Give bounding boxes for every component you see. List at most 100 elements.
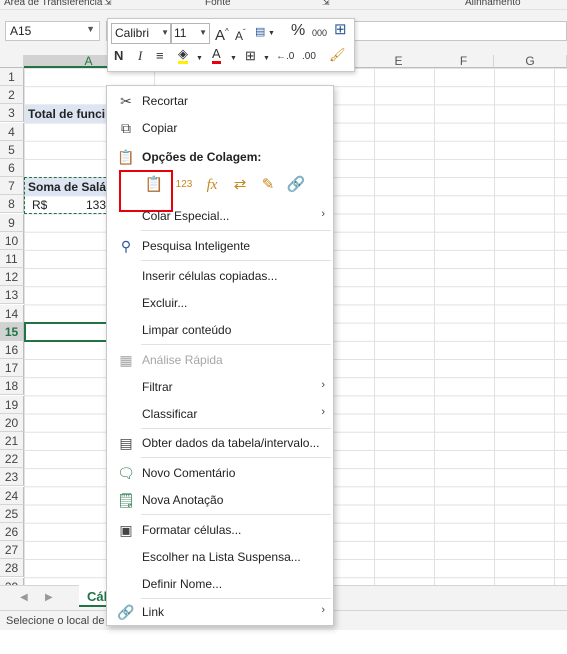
row-header[interactable]: 27 [0, 541, 24, 560]
row-header[interactable]: 15 [0, 322, 24, 341]
row-header[interactable]: 4 [0, 122, 24, 141]
paste-transpose-icon[interactable]: ⇄ [229, 174, 251, 196]
menu-item-delete[interactable]: Excluir... [107, 291, 333, 315]
italic-button[interactable]: I [138, 48, 142, 64]
row-header[interactable]: 13 [0, 286, 24, 305]
row-header[interactable]: 25 [0, 504, 24, 523]
menu-item-label: Excluir... [142, 296, 188, 310]
chevron-down-icon[interactable]: ▼ [230, 51, 237, 67]
mini-toolbar: Calibri ▼ 11 ▼ A^ Aˇ ▤ ▼ % 000 ⊞ N I ≡ ◈… [107, 18, 355, 72]
font-launcher-icon[interactable]: ⇲ [322, 0, 330, 8]
chevron-down-icon[interactable]: ▼ [86, 24, 95, 34]
menu-separator [141, 457, 331, 458]
percent-style-button[interactable]: % [291, 23, 305, 39]
status-text: Selecione o local de d [6, 615, 114, 627]
row-header[interactable]: 1 [0, 68, 24, 86]
font-size-select[interactable]: 11 ▼ [170, 23, 210, 44]
paste-options-label: Opções de Colagem: [142, 150, 262, 164]
row-header[interactable]: 18 [0, 377, 24, 396]
row-header[interactable]: 6 [0, 159, 24, 177]
row-header[interactable]: 28 [0, 559, 24, 578]
chevron-down-icon: ▼ [161, 28, 169, 37]
fill-color-icon[interactable]: ◈ [178, 47, 188, 64]
row-header[interactable]: 16 [0, 341, 24, 359]
paste-values-icon[interactable]: 123 [173, 174, 195, 196]
chevron-down-icon[interactable]: ▼ [196, 51, 203, 67]
row-header[interactable]: 19 [0, 395, 24, 414]
menu-item-label: Filtrar [142, 380, 173, 394]
menu-item-sort[interactable]: Classificar › [107, 402, 333, 426]
format-painter-icon[interactable]: 🖌 [329, 47, 346, 63]
menu-item-insert-copied[interactable]: Inserir células copiadas... [107, 264, 333, 288]
font-color-icon[interactable]: A [212, 47, 221, 64]
menu-item-label: Formatar células... [142, 523, 242, 537]
tab-scroll-left-icon[interactable]: ◀ [20, 592, 28, 603]
row-header[interactable]: 10 [0, 231, 24, 250]
row-header[interactable]: 24 [0, 486, 24, 505]
menu-item-get-data[interactable]: ▤ Obter dados da tabela/intervalo... [107, 431, 333, 455]
menu-item-filter[interactable]: Filtrar › [107, 375, 333, 399]
row-header[interactable]: 23 [0, 468, 24, 487]
menu-item-label: Nova Anotação [142, 493, 224, 507]
row-header[interactable]: 21 [0, 432, 24, 450]
column-header-g[interactable]: G [494, 55, 567, 68]
clipboard-icon: 📋 [117, 149, 135, 165]
menu-item-label: Classificar [142, 407, 198, 421]
accounting-format-icon[interactable]: ▤ [255, 24, 265, 40]
select-all-corner[interactable] [0, 55, 24, 68]
row-header[interactable]: 3 [0, 104, 24, 123]
menu-separator [141, 514, 331, 515]
row-header[interactable]: 14 [0, 304, 24, 323]
paste-formulas-icon[interactable]: fx [201, 174, 223, 196]
row-header[interactable]: 26 [0, 523, 24, 541]
row-header[interactable]: 17 [0, 359, 24, 378]
menu-item-smart-lookup[interactable]: ⚲ Pesquisa Inteligente [107, 234, 333, 258]
menu-item-define-name[interactable]: Definir Nome... [107, 572, 333, 596]
borders-icon[interactable]: ⊞ [245, 48, 256, 64]
tab-scroll-right-icon[interactable]: ▶ [45, 592, 53, 603]
decrease-font-icon[interactable]: Aˇ [235, 25, 246, 44]
row-header[interactable]: 9 [0, 213, 24, 232]
menu-separator [141, 598, 331, 599]
quick-analysis-icon: ▦ [119, 352, 133, 368]
align-center-icon[interactable]: ≡ [156, 48, 164, 64]
menu-item-label: Escolher na Lista Suspensa... [142, 550, 301, 564]
menu-item-copy[interactable]: ⧉ Copiar [107, 116, 333, 140]
row-header[interactable]: 5 [0, 140, 24, 159]
format-table-icon[interactable]: ⊞ [334, 22, 347, 38]
row-header[interactable]: 8 [0, 195, 24, 214]
comma-style-button[interactable]: 000 [312, 25, 327, 41]
menu-item-cut[interactable]: ✂ Recortar [107, 89, 333, 113]
row-header[interactable]: 20 [0, 413, 24, 432]
menu-item-label: Inserir células copiadas... [142, 269, 278, 283]
chevron-down-icon[interactable]: ▼ [268, 26, 275, 42]
row-header[interactable]: 7 [0, 177, 24, 196]
row-header[interactable]: 2 [0, 86, 24, 105]
row-header[interactable]: 22 [0, 450, 24, 469]
menu-item-link[interactable]: 🔗 Link › [107, 600, 333, 624]
chevron-down-icon: ▼ [199, 28, 207, 37]
row-header[interactable]: 12 [0, 268, 24, 287]
menu-item-new-comment[interactable]: 🗨 Novo Comentário [107, 461, 333, 485]
font-name-select[interactable]: Calibri ▼ [111, 23, 172, 44]
menu-item-label: Análise Rápida [142, 353, 223, 367]
menu-item-pick-dropdown[interactable]: Escolher na Lista Suspensa... [107, 545, 333, 569]
menu-item-format-cells[interactable]: ▣ Formatar células... [107, 518, 333, 542]
menu-item-new-note[interactable]: 🗒 Nova Anotação [107, 488, 333, 512]
row-header[interactable]: 11 [0, 250, 24, 268]
bold-button[interactable]: N [114, 48, 123, 64]
increase-font-icon[interactable]: A^ [215, 24, 229, 44]
menu-item-clear[interactable]: Limpar conteúdo [107, 318, 333, 342]
chevron-down-icon[interactable]: ▼ [263, 51, 270, 67]
name-box[interactable]: A15 ▼ [5, 21, 100, 41]
menu-item-paste-special[interactable]: Colar Especial... › [107, 204, 333, 228]
decrease-decimal-icon[interactable]: .00 [302, 49, 316, 65]
menu-separator [141, 260, 331, 261]
increase-decimal-icon[interactable]: ←.0 [276, 49, 294, 65]
paste-formatting-icon[interactable]: ✎ [257, 174, 279, 196]
copy-icon: ⧉ [121, 120, 131, 136]
ribbon-group-labels: Área de Transferência ⇲ Fonte ⇲ Alinhame… [0, 0, 567, 10]
clipboard-launcher-icon[interactable]: ⇲ [104, 0, 112, 8]
paste-link-icon[interactable]: 🔗 [285, 174, 307, 196]
column-header-f[interactable]: F [434, 55, 494, 68]
